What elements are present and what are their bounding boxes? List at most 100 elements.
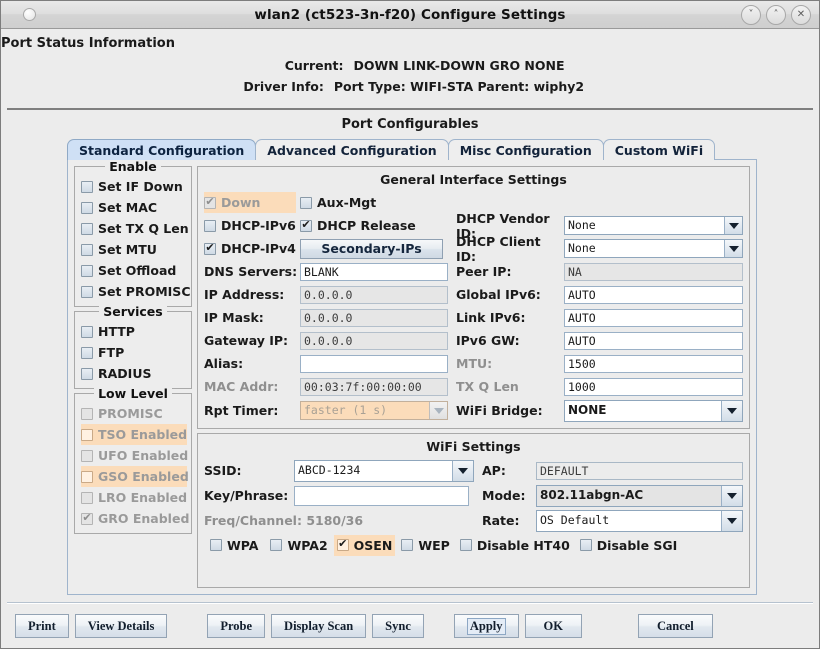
- dhcp-vendor-id-value: None: [568, 218, 596, 232]
- checkbox-icon[interactable]: [579, 539, 592, 551]
- checkbox-icon: [81, 428, 93, 441]
- row-macaddr-txqlen: MAC Addr: 00:03:7f:00:00:00 TX Q Len 100…: [204, 375, 743, 398]
- chevron-down-icon[interactable]: [724, 240, 742, 257]
- ip-mask-input[interactable]: 0.0.0.0: [300, 308, 448, 327]
- rate-combo[interactable]: OS Default: [536, 509, 743, 532]
- checkbox-set-tx-q-len[interactable]: Set TX Q Len: [81, 218, 189, 239]
- chevron-down-icon[interactable]: [721, 485, 742, 506]
- probe-button[interactable]: Probe: [207, 614, 266, 638]
- tx-q-len-input[interactable]: 1000: [564, 377, 743, 396]
- window-menu-icon[interactable]: [23, 8, 36, 21]
- ap-input[interactable]: DEFAULT: [536, 461, 743, 480]
- sync-button[interactable]: Sync: [372, 614, 424, 638]
- minimize-icon[interactable]: ˅: [741, 5, 761, 25]
- cancel-button[interactable]: Cancel: [637, 614, 713, 638]
- ssid-value: ABCD-1234: [298, 463, 361, 477]
- tab-misc-configuration[interactable]: Misc Configuration: [447, 139, 604, 160]
- tab-advanced-configuration[interactable]: Advanced Configuration: [255, 139, 449, 160]
- rate-value: OS Default: [540, 513, 610, 527]
- chevron-down-icon[interactable]: [721, 400, 742, 421]
- checkbox-set-if-down[interactable]: Set IF Down: [81, 176, 187, 197]
- rate-label: Rate:: [482, 513, 520, 528]
- checkbox-ftp[interactable]: FTP: [81, 342, 187, 363]
- chevron-down-icon[interactable]: [724, 217, 742, 234]
- print-button[interactable]: Print: [15, 614, 69, 638]
- apply-button[interactable]: Apply: [453, 614, 519, 638]
- checkbox-icon[interactable]: [81, 180, 93, 193]
- checkbox-wpa[interactable]: WPA: [210, 535, 258, 556]
- checkbox-disable-ht40[interactable]: Disable HT40: [459, 535, 570, 556]
- checkbox-dhcp-ipv6[interactable]: DHCP-IPv6: [204, 215, 300, 236]
- checkbox-dhcp-release[interactable]: DHCP Release: [300, 215, 448, 236]
- secondary-ips-button[interactable]: Secondary-IPs: [300, 238, 443, 259]
- checkbox-icon[interactable]: [81, 285, 93, 298]
- checkbox-icon[interactable]: [300, 196, 312, 209]
- close-icon[interactable]: ✕: [791, 5, 811, 25]
- gateway-ip-input[interactable]: 0.0.0.0: [300, 331, 448, 350]
- wifi-bridge-combo[interactable]: NONE: [564, 399, 743, 422]
- ok-button[interactable]: OK: [524, 614, 582, 638]
- mac-addr-input[interactable]: 00:03:7f:00:00:00: [300, 377, 448, 396]
- ipv6-gw-input[interactable]: AUTO: [564, 331, 743, 350]
- alias-input[interactable]: [300, 354, 448, 373]
- tab-custom-wifi[interactable]: Custom WiFi: [602, 139, 716, 160]
- view-details-button[interactable]: View Details: [74, 614, 168, 638]
- checkbox-disable-sgi[interactable]: Disable SGI: [579, 535, 677, 556]
- checkbox-set-offload[interactable]: Set Offload: [81, 260, 187, 281]
- checkbox-label: Aux-Mgt: [317, 195, 377, 210]
- dhcp-client-id-combo[interactable]: None: [564, 239, 743, 258]
- checkbox-icon[interactable]: [204, 219, 216, 232]
- checkbox-set-promisc[interactable]: Set PROMISC: [81, 281, 191, 302]
- chevron-down-icon[interactable]: [452, 460, 473, 481]
- peer-ip-label: Peer IP:: [456, 264, 512, 279]
- row-keyphrase-mode: Key/Phrase: Mode: 802.11abgn-AC: [204, 483, 743, 508]
- checkbox-label: DHCP-IPv4: [221, 241, 296, 256]
- checkbox-icon[interactable]: [270, 539, 283, 551]
- tab-standard-configuration[interactable]: Standard Configuration: [67, 139, 257, 160]
- checkbox-http[interactable]: HTTP: [81, 321, 187, 342]
- key-phrase-input[interactable]: [294, 485, 469, 506]
- row-gateway-ipv6gw: Gateway IP: 0.0.0.0 IPv6 GW: AUTO: [204, 329, 743, 352]
- row-rpttimer-wifibridge: Rpt Timer: faster (1 s) WiFi Bridge: NON…: [204, 398, 743, 423]
- mode-combo[interactable]: 802.11abgn-AC: [536, 484, 743, 507]
- ssid-combo[interactable]: ABCD-1234: [294, 459, 474, 482]
- mtu-input[interactable]: 1500: [564, 354, 743, 373]
- chevron-down-icon[interactable]: [721, 510, 742, 531]
- low-level-group-title: Low Level: [75, 386, 191, 401]
- gateway-ip-label: Gateway IP:: [204, 333, 289, 348]
- checkbox-icon[interactable]: [210, 539, 222, 551]
- link-ipv6-input[interactable]: AUTO: [564, 308, 743, 327]
- checkbox-icon[interactable]: [401, 539, 414, 551]
- checkbox-icon[interactable]: [81, 346, 93, 359]
- rpt-timer-label: Rpt Timer:: [204, 403, 279, 418]
- checkbox-dhcp-ipv4[interactable]: DHCP-IPv4: [204, 238, 300, 259]
- ip-address-input[interactable]: 0.0.0.0: [300, 285, 448, 304]
- checkbox-radius[interactable]: RADIUS: [81, 363, 187, 384]
- global-ipv6-label: Global IPv6:: [456, 287, 541, 302]
- checkbox-icon: [81, 449, 93, 462]
- checkbox-icon[interactable]: [81, 201, 93, 214]
- checkbox-icon[interactable]: [336, 537, 349, 551]
- checkbox-icon[interactable]: [300, 218, 312, 232]
- row-ssid-ap: SSID: ABCD-1234 AP: DEFAULT: [204, 458, 743, 483]
- checkbox-icon[interactable]: [81, 367, 93, 380]
- display-scan-button[interactable]: Display Scan: [271, 614, 367, 638]
- maximize-icon[interactable]: ˄: [766, 5, 786, 25]
- rpt-timer-combo: faster (1 s): [300, 401, 448, 420]
- checkbox-icon[interactable]: [204, 241, 216, 255]
- checkbox-icon[interactable]: [81, 243, 93, 256]
- checkbox-icon[interactable]: [459, 539, 472, 551]
- checkbox-wpa2[interactable]: WPA2: [270, 535, 328, 556]
- checkbox-aux-mgt[interactable]: Aux-Mgt: [300, 192, 448, 213]
- checkbox-icon[interactable]: [81, 264, 93, 277]
- checkbox-set-mac[interactable]: Set MAC: [81, 197, 187, 218]
- dns-servers-input[interactable]: BLANK: [300, 262, 448, 281]
- checkbox-wep[interactable]: WEP: [401, 535, 450, 556]
- checkbox-icon[interactable]: [81, 325, 93, 338]
- checkbox-osen[interactable]: OSEN: [333, 534, 396, 556]
- global-ipv6-input[interactable]: AUTO: [564, 285, 743, 304]
- tab-bar: Standard Configuration Advanced Configur…: [1, 138, 819, 160]
- checkbox-icon[interactable]: [81, 222, 93, 235]
- dhcp-vendor-id-combo[interactable]: None: [564, 216, 743, 235]
- checkbox-set-mtu[interactable]: Set MTU: [81, 239, 187, 260]
